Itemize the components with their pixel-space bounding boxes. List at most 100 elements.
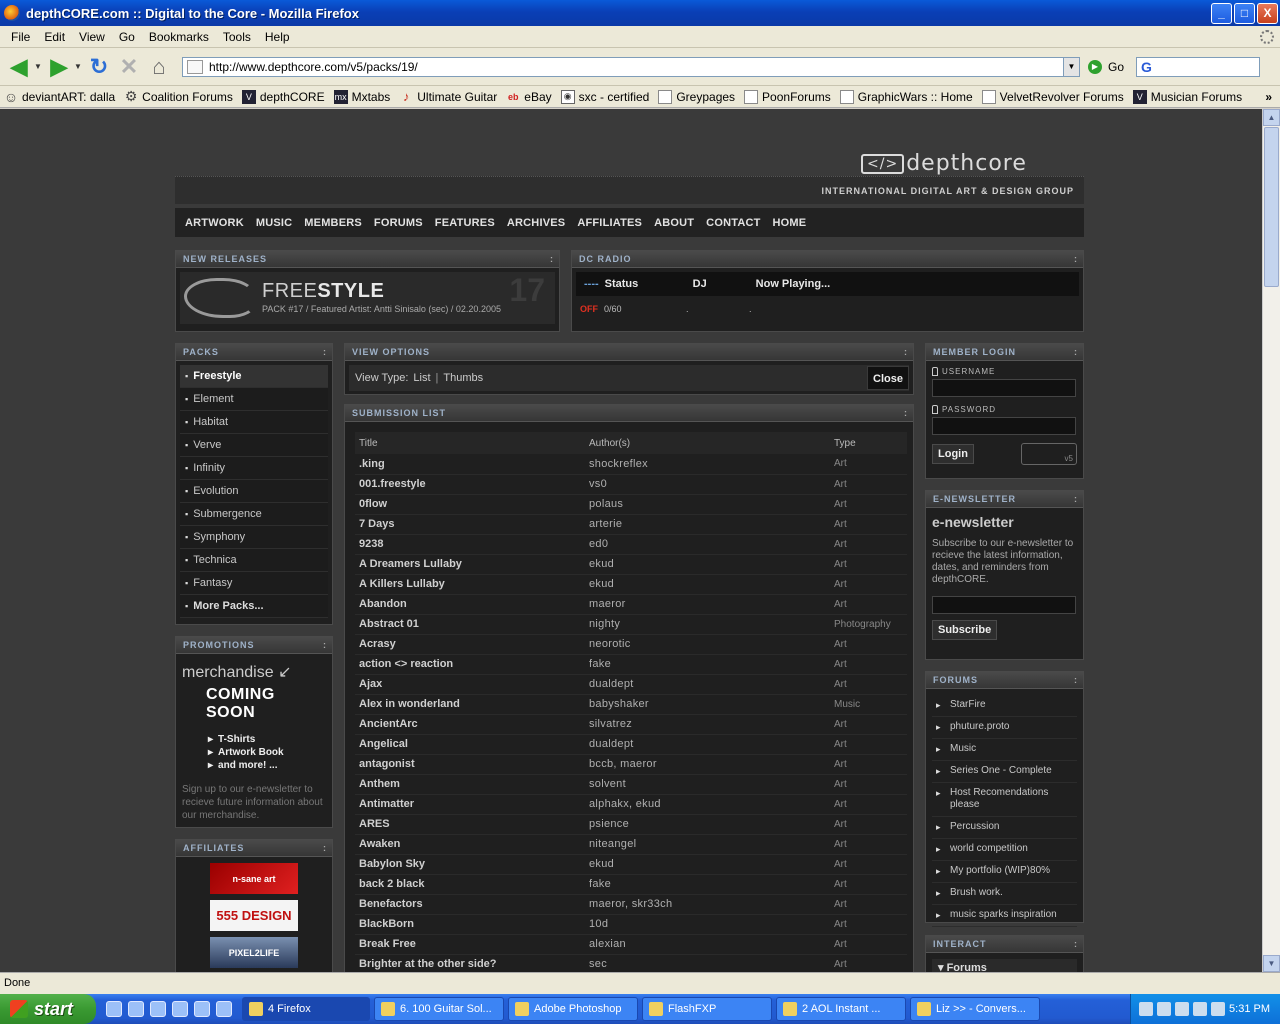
submission-title[interactable]: Awaken — [355, 834, 585, 855]
table-row[interactable]: Abandon maeror Art — [355, 594, 907, 615]
nav-artwork[interactable]: ARTWORK — [179, 217, 250, 229]
page-scrollbar[interactable]: ▲ ▼ — [1262, 109, 1280, 972]
close-button[interactable]: Close — [867, 366, 909, 390]
window-titlebar[interactable]: depthCORE.com :: Digital to the Core - M… — [0, 0, 1280, 26]
table-row[interactable]: 0flow polaus Art — [355, 494, 907, 515]
task-firefox[interactable]: 4 Firefox — [242, 997, 370, 1021]
bookmark-graphicwars[interactable]: GraphicWars :: Home — [839, 89, 973, 104]
submission-title[interactable]: Antimatter — [355, 794, 585, 815]
submission-author[interactable]: babyshaker — [585, 694, 830, 715]
nav-about[interactable]: ABOUT — [648, 217, 700, 229]
forward-dropdown-icon[interactable]: ▼ — [74, 62, 84, 71]
submission-title[interactable]: 9238 — [355, 534, 585, 555]
submission-title[interactable]: Angelical — [355, 734, 585, 755]
pack-infinity[interactable]: Infinity — [180, 457, 328, 480]
pack-verve[interactable]: Verve — [180, 434, 328, 457]
submission-title[interactable]: Benefactors — [355, 894, 585, 915]
nav-forums[interactable]: FORUMS — [368, 217, 429, 229]
bookmark-depthcore[interactable]: VdepthCORE — [241, 89, 325, 104]
bookmark-greypages[interactable]: Greypages — [658, 89, 735, 104]
view-list-link[interactable]: List — [413, 372, 430, 384]
nav-features[interactable]: FEATURES — [429, 217, 501, 229]
submission-title[interactable]: .king — [355, 454, 585, 475]
bookmark-poonforums[interactable]: PoonForums — [744, 89, 831, 104]
table-row[interactable]: .king shockreflex Art — [355, 454, 907, 475]
view-thumbs-link[interactable]: Thumbs — [443, 372, 483, 384]
tray-icon[interactable] — [1175, 1002, 1190, 1016]
scroll-down-icon[interactable]: ▼ — [1263, 955, 1280, 972]
pack-element[interactable]: Element — [180, 388, 328, 411]
submission-title[interactable]: Babylon Sky — [355, 854, 585, 875]
table-row[interactable]: Awaken niteangel Art — [355, 834, 907, 855]
submission-title[interactable]: AncientArc — [355, 714, 585, 735]
search-input[interactable]: G — [1136, 56, 1261, 77]
table-row[interactable]: A Killers Lullaby ekud Art — [355, 574, 907, 595]
table-row[interactable]: antagonist bccb, maeror Art — [355, 754, 907, 775]
scroll-thumb[interactable] — [1264, 127, 1279, 287]
forward-button[interactable]: ▶ — [44, 52, 74, 82]
table-row[interactable]: action <> reaction fake Art — [355, 654, 907, 675]
table-row[interactable]: Break Free alexian Art — [355, 934, 907, 955]
table-row[interactable]: Abstract 01 nighty Photography — [355, 614, 907, 635]
table-row[interactable]: Babylon Sky ekud Art — [355, 854, 907, 875]
affiliate-pixel2life[interactable]: PIXEL2LIFE — [210, 937, 298, 968]
task-photoshop[interactable]: Adobe Photoshop — [508, 997, 638, 1021]
submission-author[interactable]: bccb, maeror — [585, 754, 830, 775]
media-player-icon[interactable] — [128, 1001, 144, 1017]
pack-evolution[interactable]: Evolution — [180, 480, 328, 503]
submission-author[interactable]: shockreflex — [585, 454, 830, 475]
table-row[interactable]: Acrasy neorotic Art — [355, 634, 907, 655]
submission-author[interactable]: alexian — [585, 934, 830, 955]
url-bar[interactable]: http://www.depthcore.com/v5/packs/19/ ▼ — [182, 56, 1080, 77]
forum-item[interactable]: phuture.proto — [932, 717, 1077, 739]
tray-icon[interactable] — [1211, 1002, 1226, 1016]
bookmark-musician-forums[interactable]: V Musician Forums — [1132, 89, 1242, 104]
table-row[interactable]: 7 Days arterie Art — [355, 514, 907, 535]
submission-title[interactable]: 7 Days — [355, 514, 585, 535]
table-row[interactable]: AncientArc silvatrez Art — [355, 714, 907, 735]
table-row[interactable]: back 2 black fake Art — [355, 874, 907, 895]
submission-author[interactable]: neorotic — [585, 634, 830, 655]
submission-title[interactable]: A Killers Lullaby — [355, 574, 585, 595]
pack-symphony[interactable]: Symphony — [180, 526, 328, 549]
forum-item[interactable]: My portfolio (WIP)80% — [932, 861, 1077, 883]
flashfxp-icon[interactable] — [216, 1001, 232, 1017]
submission-author[interactable]: nighty — [585, 614, 830, 635]
nav-contact[interactable]: CONTACT — [700, 217, 766, 229]
submission-title[interactable]: A Dreamers Lullaby — [355, 554, 585, 575]
submission-author[interactable]: polaus — [585, 494, 830, 515]
username-field[interactable] — [932, 379, 1076, 397]
submission-author[interactable]: 10d — [585, 914, 830, 935]
promo-content[interactable]: merchandise ↙ COMING SOON T-Shirts Artwo… — [176, 654, 332, 830]
nav-archives[interactable]: ARCHIVES — [501, 217, 571, 229]
task-guitar-solos[interactable]: 6. 100 Guitar Sol... — [374, 997, 504, 1021]
table-row[interactable]: Benefactors maeror, skr33ch Art — [355, 894, 907, 915]
submission-title[interactable]: 0flow — [355, 494, 585, 515]
table-row[interactable]: Angelical dualdept Art — [355, 734, 907, 755]
submission-title[interactable]: ARES — [355, 814, 585, 835]
password-field[interactable] — [932, 417, 1076, 435]
submission-author[interactable]: vs0 — [585, 474, 830, 495]
menu-help[interactable]: Help — [258, 30, 297, 44]
nav-members[interactable]: MEMBERS — [298, 217, 368, 229]
bookmarks-overflow-icon[interactable]: » — [1265, 90, 1272, 104]
menu-tools[interactable]: Tools — [216, 30, 258, 44]
aim-icon[interactable] — [194, 1001, 210, 1017]
submission-title[interactable]: Abandon — [355, 594, 585, 615]
scroll-up-icon[interactable]: ▲ — [1263, 109, 1280, 126]
minimize-button[interactable]: _ — [1211, 2, 1232, 24]
submission-author[interactable]: fake — [585, 654, 830, 675]
new-release-banner[interactable]: FREESTYLE PACK #17 / Featured Artist: An… — [180, 272, 555, 324]
submission-title[interactable]: action <> reaction — [355, 654, 585, 675]
submission-author[interactable]: sec — [585, 954, 830, 972]
menu-edit[interactable]: Edit — [37, 30, 72, 44]
pack-technica[interactable]: Technica — [180, 549, 328, 572]
pack-habitat[interactable]: Habitat — [180, 411, 328, 434]
table-row[interactable]: Antimatter alphakx, ekud Art — [355, 794, 907, 815]
submission-title[interactable]: BlackBorn — [355, 914, 585, 935]
subscribe-button[interactable]: Subscribe — [932, 620, 998, 640]
submission-author[interactable]: niteangel — [585, 834, 830, 855]
table-row[interactable]: Ajax dualdept Art — [355, 674, 907, 695]
forum-item[interactable]: Host Recomendations please — [932, 783, 1077, 817]
submission-author[interactable]: silvatrez — [585, 714, 830, 735]
